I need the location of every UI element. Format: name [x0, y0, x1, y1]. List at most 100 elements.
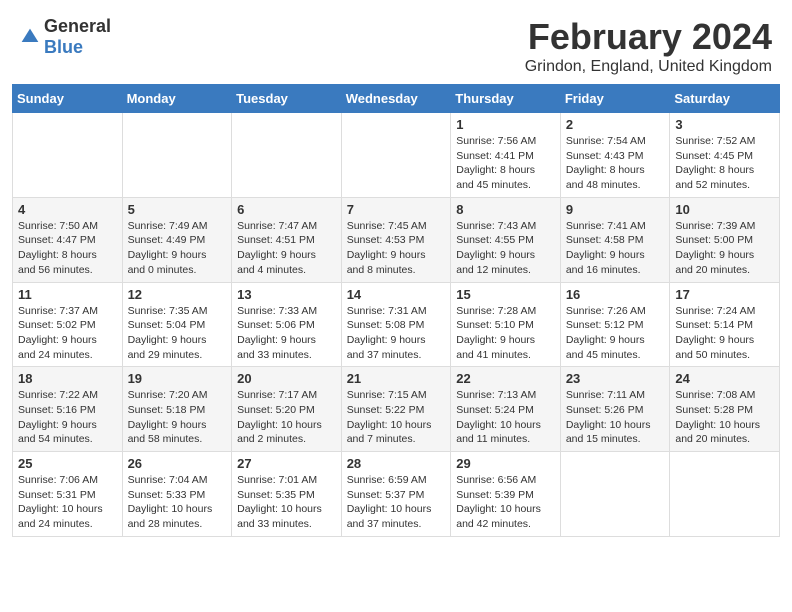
- day-info: Sunrise: 7:47 AM Sunset: 4:51 PM Dayligh…: [237, 219, 336, 278]
- day-cell: 19 Sunrise: 7:20 AM Sunset: 5:18 PM Dayli…: [122, 367, 232, 452]
- week-row-0: 1 Sunrise: 7:56 AM Sunset: 4:41 PM Daylig…: [13, 113, 780, 198]
- day-number: 23: [566, 371, 665, 386]
- day-number: 22: [456, 371, 555, 386]
- day-info: Sunrise: 7:52 AM Sunset: 4:45 PM Dayligh…: [675, 134, 774, 193]
- day-number: 25: [18, 456, 117, 471]
- header-row: Sunday Monday Tuesday Wednesday Thursday…: [13, 85, 780, 113]
- day-number: 27: [237, 456, 336, 471]
- day-info: Sunrise: 7:54 AM Sunset: 4:43 PM Dayligh…: [566, 134, 665, 193]
- day-info: Sunrise: 7:04 AM Sunset: 5:33 PM Dayligh…: [128, 473, 227, 532]
- day-number: 1: [456, 117, 555, 132]
- day-number: 15: [456, 287, 555, 302]
- day-info: Sunrise: 7:35 AM Sunset: 5:04 PM Dayligh…: [128, 304, 227, 363]
- day-number: 8: [456, 202, 555, 217]
- day-info: Sunrise: 7:31 AM Sunset: 5:08 PM Dayligh…: [347, 304, 446, 363]
- day-number: 10: [675, 202, 774, 217]
- day-info: Sunrise: 7:49 AM Sunset: 4:49 PM Dayligh…: [128, 219, 227, 278]
- header: General Blue February 2024 Grindon, Engl…: [0, 0, 792, 84]
- day-info: Sunrise: 7:26 AM Sunset: 5:12 PM Dayligh…: [566, 304, 665, 363]
- day-cell: 12Sunrise: 7:35 AM Sunset: 5:04 PM Dayli…: [122, 282, 232, 367]
- day-info: Sunrise: 7:24 AM Sunset: 5:14 PM Dayligh…: [675, 304, 774, 363]
- day-cell: 13 Sunrise: 7:33 AM Sunset: 5:06 PM Dayli…: [232, 282, 342, 367]
- day-cell: 28Sunrise: 6:59 AM Sunset: 5:37 PM Dayli…: [341, 452, 451, 537]
- day-cell: 22 Sunrise: 7:13 AM Sunset: 5:24 PM Dayli…: [451, 367, 561, 452]
- day-cell: 21 Sunrise: 7:15 AM Sunset: 5:22 PM Dayli…: [341, 367, 451, 452]
- week-row-3: 18 Sunrise: 7:22 AM Sunset: 5:16 PM Dayli…: [13, 367, 780, 452]
- day-number: 2: [566, 117, 665, 132]
- day-cell: 1 Sunrise: 7:56 AM Sunset: 4:41 PM Daylig…: [451, 113, 561, 198]
- logo-blue: Blue: [44, 37, 83, 57]
- day-number: 13: [237, 287, 336, 302]
- day-info: Sunrise: 7:08 AM Sunset: 5:28 PM Dayligh…: [675, 388, 774, 447]
- day-cell: 8 Sunrise: 7:43 AM Sunset: 4:55 PM Daylig…: [451, 197, 561, 282]
- col-sunday: Sunday: [13, 85, 123, 113]
- col-monday: Monday: [122, 85, 232, 113]
- day-cell: 25Sunrise: 7:06 AM Sunset: 5:31 PM Dayli…: [13, 452, 123, 537]
- day-cell: 23 Sunrise: 7:11 AM Sunset: 5:26 PM Dayli…: [560, 367, 670, 452]
- day-info: Sunrise: 7:41 AM Sunset: 4:58 PM Dayligh…: [566, 219, 665, 278]
- day-cell: 2 Sunrise: 7:54 AM Sunset: 4:43 PM Daylig…: [560, 113, 670, 198]
- day-cell: 4 Sunrise: 7:50 AM Sunset: 4:47 PM Daylig…: [13, 197, 123, 282]
- title-area: February 2024 Grindon, England, United K…: [525, 16, 772, 76]
- day-number: 4: [18, 202, 117, 217]
- logo-icon: [20, 27, 40, 47]
- day-cell: 5 Sunrise: 7:49 AM Sunset: 4:49 PM Daylig…: [122, 197, 232, 282]
- day-info: Sunrise: 7:33 AM Sunset: 5:06 PM Dayligh…: [237, 304, 336, 363]
- day-cell: 24Sunrise: 7:08 AM Sunset: 5:28 PM Dayli…: [670, 367, 780, 452]
- day-info: Sunrise: 7:56 AM Sunset: 4:41 PM Dayligh…: [456, 134, 555, 193]
- day-cell: 9 Sunrise: 7:41 AM Sunset: 4:58 PM Daylig…: [560, 197, 670, 282]
- day-info: Sunrise: 7:50 AM Sunset: 4:47 PM Dayligh…: [18, 219, 117, 278]
- day-number: 5: [128, 202, 227, 217]
- day-info: Sunrise: 7:01 AM Sunset: 5:35 PM Dayligh…: [237, 473, 336, 532]
- day-info: Sunrise: 7:45 AM Sunset: 4:53 PM Dayligh…: [347, 219, 446, 278]
- col-friday: Friday: [560, 85, 670, 113]
- day-info: Sunrise: 7:20 AM Sunset: 5:18 PM Dayligh…: [128, 388, 227, 447]
- calendar: Sunday Monday Tuesday Wednesday Thursday…: [0, 84, 792, 549]
- col-thursday: Thursday: [451, 85, 561, 113]
- day-info: Sunrise: 7:43 AM Sunset: 4:55 PM Dayligh…: [456, 219, 555, 278]
- day-number: 6: [237, 202, 336, 217]
- day-number: 3: [675, 117, 774, 132]
- logo: General Blue: [20, 16, 111, 58]
- day-number: 18: [18, 371, 117, 386]
- day-cell: 15 Sunrise: 7:28 AM Sunset: 5:10 PM Dayli…: [451, 282, 561, 367]
- day-info: Sunrise: 7:28 AM Sunset: 5:10 PM Dayligh…: [456, 304, 555, 363]
- col-tuesday: Tuesday: [232, 85, 342, 113]
- day-number: 14: [347, 287, 446, 302]
- day-number: 20: [237, 371, 336, 386]
- day-cell: 14 Sunrise: 7:31 AM Sunset: 5:08 PM Dayli…: [341, 282, 451, 367]
- day-info: Sunrise: 7:13 AM Sunset: 5:24 PM Dayligh…: [456, 388, 555, 447]
- day-cell: 16Sunrise: 7:26 AM Sunset: 5:12 PM Dayli…: [560, 282, 670, 367]
- day-info: Sunrise: 7:22 AM Sunset: 5:16 PM Dayligh…: [18, 388, 117, 447]
- day-cell: 6 Sunrise: 7:47 AM Sunset: 4:51 PM Daylig…: [232, 197, 342, 282]
- day-number: 26: [128, 456, 227, 471]
- day-cell: 18 Sunrise: 7:22 AM Sunset: 5:16 PM Dayli…: [13, 367, 123, 452]
- logo-general: General: [44, 16, 111, 36]
- day-cell: 26 Sunrise: 7:04 AM Sunset: 5:33 PM Dayli…: [122, 452, 232, 537]
- col-saturday: Saturday: [670, 85, 780, 113]
- day-cell: [560, 452, 670, 537]
- day-info: Sunrise: 7:39 AM Sunset: 5:00 PM Dayligh…: [675, 219, 774, 278]
- day-info: Sunrise: 7:11 AM Sunset: 5:26 PM Dayligh…: [566, 388, 665, 447]
- day-number: 19: [128, 371, 227, 386]
- day-cell: 10 Sunrise: 7:39 AM Sunset: 5:00 PM Dayli…: [670, 197, 780, 282]
- subtitle: Grindon, England, United Kingdom: [525, 58, 772, 76]
- day-cell: [232, 113, 342, 198]
- calendar-table: Sunday Monday Tuesday Wednesday Thursday…: [12, 84, 780, 537]
- day-number: 28: [347, 456, 446, 471]
- day-cell: [122, 113, 232, 198]
- day-info: Sunrise: 6:56 AM Sunset: 5:39 PM Dayligh…: [456, 473, 555, 532]
- day-number: 9: [566, 202, 665, 217]
- day-cell: 29Sunrise: 6:56 AM Sunset: 5:39 PM Dayli…: [451, 452, 561, 537]
- day-cell: 27 Sunrise: 7:01 AM Sunset: 5:35 PM Dayli…: [232, 452, 342, 537]
- day-cell: [670, 452, 780, 537]
- day-cell: [13, 113, 123, 198]
- main-title: February 2024: [525, 16, 772, 58]
- col-wednesday: Wednesday: [341, 85, 451, 113]
- day-info: Sunrise: 7:37 AM Sunset: 5:02 PM Dayligh…: [18, 304, 117, 363]
- day-cell: 3 Sunrise: 7:52 AM Sunset: 4:45 PM Daylig…: [670, 113, 780, 198]
- day-cell: 17Sunrise: 7:24 AM Sunset: 5:14 PM Dayli…: [670, 282, 780, 367]
- day-info: Sunrise: 7:15 AM Sunset: 5:22 PM Dayligh…: [347, 388, 446, 447]
- day-number: 11: [18, 287, 117, 302]
- day-number: 21: [347, 371, 446, 386]
